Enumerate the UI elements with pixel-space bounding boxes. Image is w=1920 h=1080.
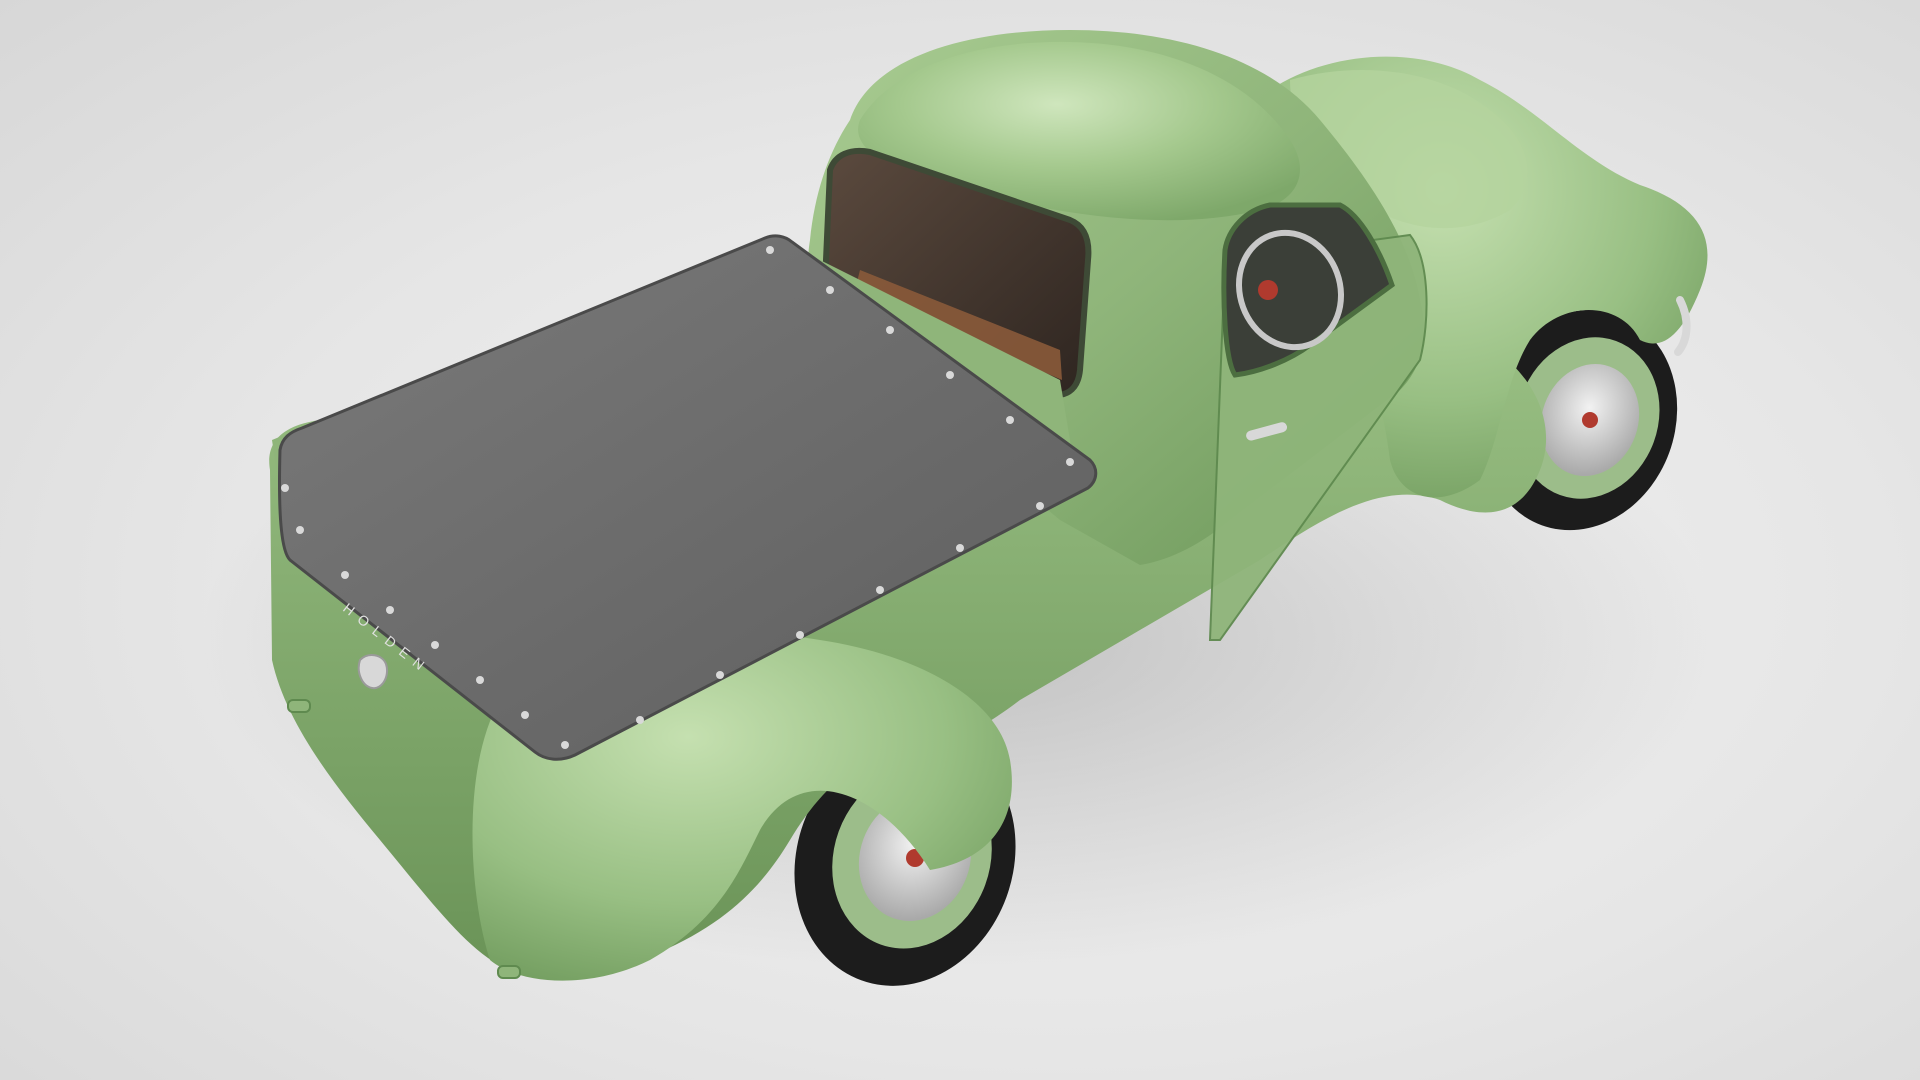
tailgate-handle[interactable]: [357, 654, 388, 690]
left-tow-hook: [287, 699, 311, 713]
ute-illustration: HOLDEN: [200, 30, 1720, 986]
render-scene: HOLDEN: [0, 0, 1920, 1080]
horn-button: [1258, 280, 1278, 300]
right-tow-hook: [497, 965, 521, 979]
